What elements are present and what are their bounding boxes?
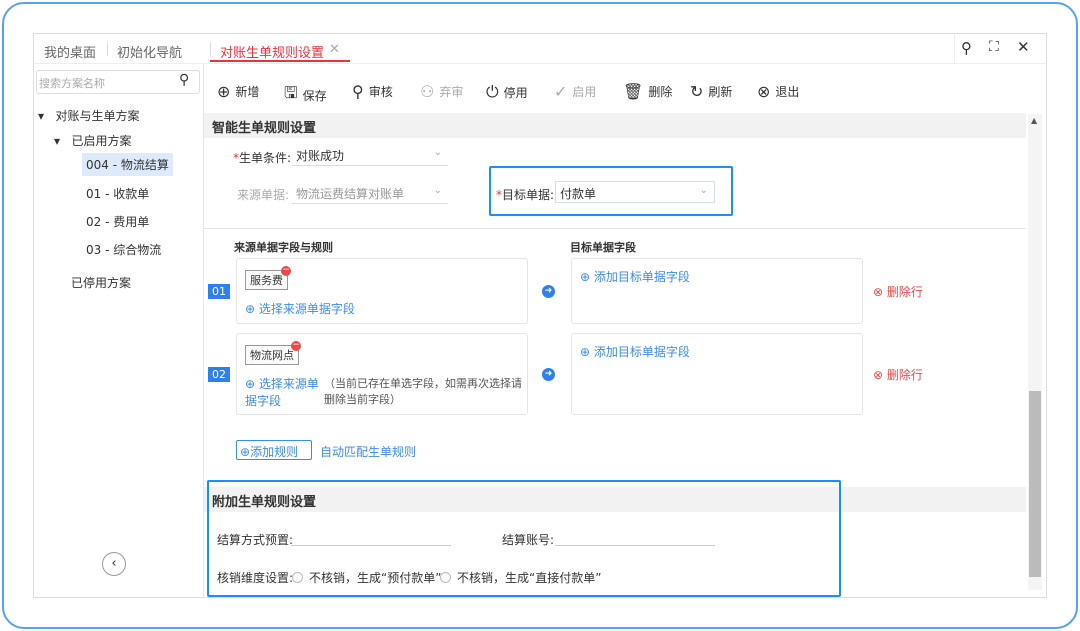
add-target-field-link[interactable]: ⊕ 添加目标单据字段 [580,268,690,285]
search-icon[interactable]: ⚲ [179,72,189,88]
smart-section-title: 智能生单规则设置 [204,113,1026,138]
chevron-down-icon: ⌄ [433,185,442,196]
toolbar-icon: ⚇ [420,82,435,101]
delete-row-button[interactable]: ⊗ 删除行 [873,366,923,383]
source-header: 来源单据字段与规则 [234,241,333,254]
tree-disabled-group[interactable]: 已停用方案 [71,274,131,291]
toolbar-icon: ✓ [554,82,568,101]
remove-field-icon[interactable]: − [281,266,291,276]
tree-item[interactable]: 004 - 物流结算 [82,153,173,176]
hint-text: （当前已存在单选字段，如需再次选择请删除当前字段） [324,377,522,406]
scrollbar[interactable]: ▲ [1028,114,1042,590]
app-window: 我的桌面 初始化导航 对账生单规则设置 ✕ ⚲ ⛶ ✕ 搜索方案名称 ⚲ ▾ 对… [33,33,1047,598]
collapse-sidebar-button[interactable]: ‹ [102,552,126,576]
chevron-down-icon: ⌄ [699,185,708,196]
auto-match-link[interactable]: 自动匹配生单规则 [320,443,416,460]
toolbar-label: 删除 [648,85,673,99]
toolbar-icon: ⚲ [352,82,364,101]
add-rule-button[interactable]: ⊕添加规则 [236,440,312,460]
search-icon[interactable]: ⚲ [961,39,972,57]
toolbar-button[interactable]: 🗑 删除 [623,82,672,101]
account-label: 结算账号: [502,533,555,547]
source-label: 来源单据: [237,188,290,202]
toolbar-button[interactable]: ↻ 刷新 [690,82,732,101]
scrollbar-thumb[interactable] [1029,391,1041,577]
toolbar-icon: ⊗ [757,82,771,101]
rule-number: 01 [208,284,230,299]
toolbar-label: 刷新 [708,85,733,99]
source-select[interactable]: 物流运费结算对账单 ⌄ [292,182,448,204]
toolbar-label: 弃审 [439,85,464,99]
radio-icon [292,572,303,583]
toolbar-button[interactable]: ⚲ 审核 [352,82,393,101]
target-select[interactable]: 付款单 ⌄ [555,181,715,203]
radio-icon [440,572,451,583]
tab-desktop[interactable]: 我的桌面 [44,42,96,61]
tree-item[interactable]: 03 - 综合物流 [86,241,161,258]
search-input[interactable]: 搜索方案名称 [36,70,200,94]
toolbar-label: 启用 [572,85,597,99]
chevron-down-icon: ⌄ [433,147,442,158]
tab-bar: 我的桌面 初始化导航 对账生单规则设置 ✕ ⚲ ⛶ ✕ [34,34,1046,64]
account-input[interactable] [555,528,715,546]
tree-item[interactable]: 02 - 费用单 [86,213,149,230]
settle-label: 结算方式预置: [217,533,294,547]
verify-label: 核销维度设置: [217,571,294,585]
toolbar-button[interactable]: 🖫 保存 [284,82,327,109]
settle-input[interactable] [291,528,451,546]
arrow-right-icon: ➜ [542,285,555,298]
rule-number: 02 [208,367,230,382]
toolbar-icon: ↻ [690,82,704,101]
toolbar-button[interactable]: ⚇ 弃审 [420,82,463,101]
fullscreen-icon[interactable]: ⛶ [989,39,999,55]
radio-option-1[interactable]: 不核销，生成“预付款单” [292,569,441,586]
toolbar-label: 保存 [302,89,327,103]
toolbar-button[interactable]: ⊕ 新增 [217,82,259,101]
active-tab-indicator [210,60,350,62]
toolbar-button[interactable]: ⏻ 停用 [486,82,528,102]
toolbar-icon: 🖫 [284,83,298,102]
toolbar-label: 停用 [503,85,528,100]
toolbar-icon: 🗑 [623,82,644,101]
tree-group-label: 已启用方案 [71,134,132,148]
target-label: *目标单据: [496,188,555,202]
toolbar-icon: ⏻ [486,82,499,101]
tab-init-nav[interactable]: 初始化导航 [117,42,182,61]
radio-option-2[interactable]: 不核销，生成“直接付款单” [440,569,601,586]
tree-root-label: 对账与生单方案 [55,109,140,123]
sidebar: 搜索方案名称 ⚲ ▾ 对账与生单方案 ▾ 已启用方案 004 - 物流结算 01… [34,64,204,598]
arrow-right-icon: ➜ [542,368,555,381]
delete-row-button[interactable]: ⊗ 删除行 [873,283,923,300]
select-source-field-link[interactable]: ⊕ 选择来源单据字段 [245,300,355,317]
tree-item[interactable]: 01 - 收款单 [86,185,149,202]
close-icon[interactable]: ✕ [1017,38,1030,56]
toolbar-label: 新增 [235,85,260,99]
cond-select[interactable]: 对账成功 ⌄ [292,144,448,166]
toolbar-label: 审核 [368,85,393,99]
close-tab-icon[interactable]: ✕ [329,42,340,57]
add-target-field-link[interactable]: ⊕ 添加目标单据字段 [580,343,690,360]
toolbar-label: 退出 [775,85,800,99]
tab-rule-settings[interactable]: 对账生单规则设置 [220,42,324,61]
cond-label: *生单条件: [233,151,292,165]
remove-field-icon[interactable]: − [291,341,301,351]
toolbar-button[interactable]: ⊗ 退出 [757,82,799,101]
toolbar-button[interactable]: ✓ 启用 [554,82,596,101]
toolbar-icon: ⊕ [217,82,231,101]
select-source-field-link[interactable]: ⊕ 选择来源单据字段 [245,375,327,409]
target-header: 目标单据字段 [570,241,636,254]
tree-enabled-group[interactable]: ▾ 已启用方案 [54,132,131,149]
tree-root[interactable]: ▾ 对账与生单方案 [38,107,139,124]
